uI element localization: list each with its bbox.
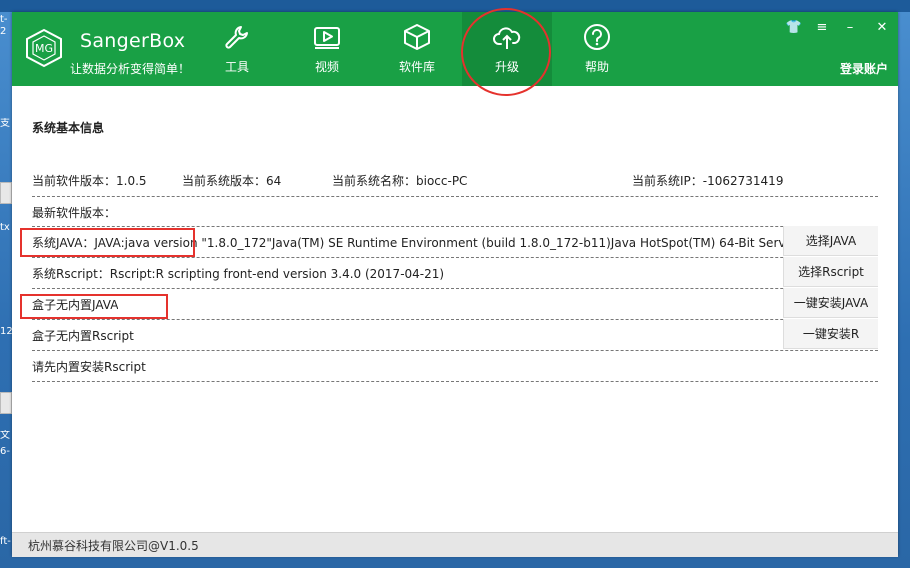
app-slogan: 让数据分析变得简单！ — [70, 62, 191, 76]
menu-icon[interactable]: ≡ — [813, 20, 831, 35]
desktop-fragment: 支 — [0, 118, 10, 129]
desktop-fragment: 6- — [0, 446, 10, 457]
box-icon — [404, 24, 430, 50]
annotation-box-java — [20, 228, 195, 257]
box-r-row: 盒子无内置Rscript 一键安装R — [32, 319, 878, 351]
nav-tools[interactable]: 工具 — [192, 12, 282, 86]
desktop-fragment: 文 — [0, 430, 10, 441]
nav-software-library[interactable]: 软件库 — [372, 12, 462, 86]
upgrade-panel: 系统基本信息 当前软件版本：1.0.5 当前系统版本：64 当前系统名称：bio… — [12, 86, 898, 532]
software-version: 当前软件版本：1.0.5 — [32, 174, 147, 188]
copyright-text: 杭州慕谷科技有限公司@V1.0.5 — [28, 539, 199, 553]
install-java-button[interactable]: 一键安装JAVA — [783, 288, 878, 318]
desktop-file-icon[interactable] — [0, 182, 12, 204]
video-icon — [314, 27, 340, 49]
app-name: SangerBox — [80, 30, 186, 52]
login-link[interactable]: 登录账户 — [840, 60, 888, 77]
skin-icon[interactable]: 👕 — [785, 20, 803, 35]
select-rscript-button[interactable]: 选择Rscript — [783, 257, 878, 287]
nav-help-label: 帮助 — [584, 60, 609, 74]
rscript-row: 系统Rscript：Rscript:R scripting front-end … — [32, 257, 878, 289]
desktop-file-icon[interactable] — [0, 392, 12, 414]
annotation-box-box-java — [20, 294, 168, 319]
install-r-button[interactable]: 一键安装R — [783, 319, 878, 349]
desktop-top-strip — [0, 0, 910, 12]
nav-help[interactable]: 帮助 — [552, 12, 642, 86]
nav-video[interactable]: 视频 — [282, 12, 372, 86]
desktop-fragment: t-2 — [0, 14, 8, 37]
system-ip: 当前系统IP：-1062731419 — [632, 174, 784, 188]
close-icon[interactable]: ✕ — [873, 20, 891, 35]
nav-tools-label: 工具 — [224, 60, 249, 74]
install-hint: 请先内置安装Rscript — [32, 360, 146, 374]
latest-version: 最新软件版本： — [32, 206, 117, 220]
app-logo: MG — [24, 28, 64, 68]
hint-row: 请先内置安装Rscript — [32, 350, 878, 382]
desktop-fragment: tx — [0, 222, 10, 233]
minimize-icon[interactable]: – — [841, 20, 859, 35]
annotation-circle — [461, 8, 551, 96]
rscript-info: 系统Rscript：Rscript:R scripting front-end … — [32, 267, 445, 281]
desktop-fragment: ft- — [0, 536, 11, 547]
logo-cube-icon: MG — [26, 28, 62, 68]
nav-video-label: 视频 — [314, 60, 339, 74]
sangerbox-window: MG SangerBox 让数据分析变得简单！ 工具 视频 软件库 升级 帮助 … — [12, 8, 898, 557]
nav-software-library-label: 软件库 — [398, 60, 435, 74]
svg-text:MG: MG — [35, 42, 53, 55]
wrench-icon — [225, 26, 248, 49]
section-title: 系统基本信息 — [32, 121, 105, 135]
desktop-fragment: 12 — [0, 326, 12, 337]
system-info-row: 当前软件版本：1.0.5 当前系统版本：64 当前系统名称：biocc-PC 当… — [32, 172, 878, 197]
latest-version-row: 最新软件版本： — [32, 204, 878, 227]
system-name: 当前系统名称：biocc-PC — [332, 174, 468, 188]
status-bar: 杭州慕谷科技有限公司@V1.0.5 — [12, 532, 898, 557]
system-bits: 当前系统版本：64 — [182, 174, 282, 188]
select-java-button[interactable]: 选择JAVA — [783, 226, 878, 256]
help-icon — [584, 24, 610, 50]
box-r-status: 盒子无内置Rscript — [32, 329, 134, 343]
app-header: MG SangerBox 让数据分析变得简单！ 工具 视频 软件库 升级 帮助 … — [12, 8, 898, 96]
